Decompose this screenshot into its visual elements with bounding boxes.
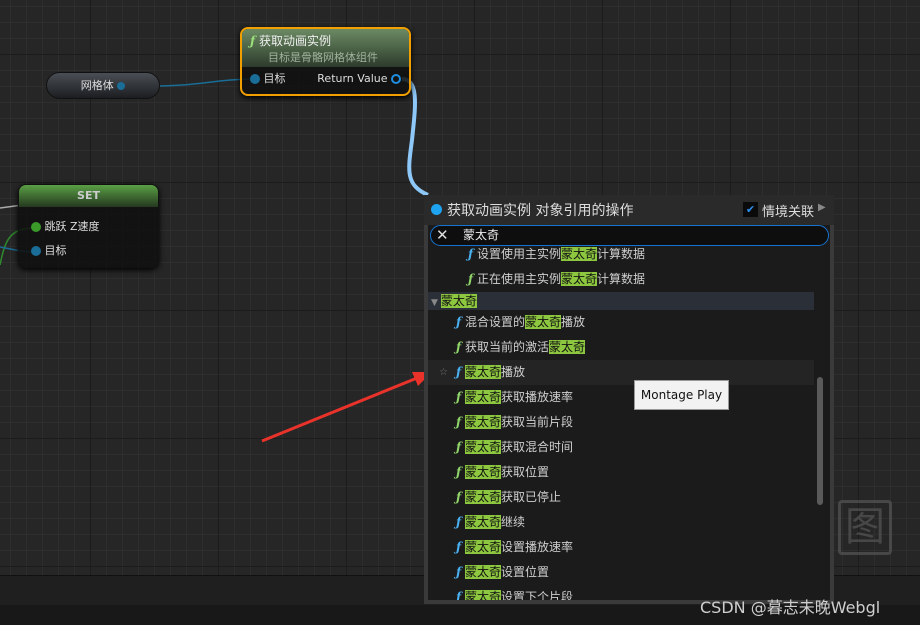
tooltip: Montage Play <box>634 380 729 410</box>
menu-item[interactable]: ƒ 蒙太奇获取已停止 <box>428 485 814 510</box>
set-node[interactable]: SET 跳跃 Z速度 目标 <box>18 184 159 268</box>
menu-item[interactable]: ƒ 蒙太奇设置位置 <box>428 560 814 585</box>
function-icon: ƒ <box>456 490 462 504</box>
target-pin[interactable] <box>31 246 41 256</box>
menu-item[interactable]: ƒ 蒙太奇获取位置 <box>428 460 814 485</box>
function-icon: ƒ <box>456 540 462 554</box>
watermark-text: CSDN @暮志未晚Webgl <box>700 598 881 617</box>
function-icon: ƒ <box>456 440 462 454</box>
mesh-component-node[interactable]: 网格体 <box>46 72 160 99</box>
function-icon: ƒ <box>456 465 462 479</box>
function-icon: ƒ <box>456 515 462 529</box>
action-menu-header: 获取动画实例 对象引用的操作 ✔ 情境关联 ▶ <box>424 195 834 225</box>
category-montage[interactable]: ▼ 蒙太奇 <box>428 292 814 310</box>
menu-item[interactable]: ƒ 蒙太奇获取混合时间 <box>428 435 814 460</box>
menu-item[interactable]: ƒ 蒙太奇获取当前片段 <box>428 410 814 435</box>
function-icon: ƒ <box>468 247 474 261</box>
menu-item[interactable]: ƒ 混合设置的蒙太奇播放 <box>428 310 814 335</box>
menu-item[interactable]: ƒ 正在使用主实例蒙太奇计算数据 <box>428 267 814 292</box>
menu-item[interactable]: ƒ 获取当前的激活蒙太奇 <box>428 335 814 360</box>
function-icon: ƒ <box>456 390 462 404</box>
jump-z-pin[interactable] <box>31 222 41 232</box>
object-dot-icon <box>431 204 442 215</box>
menu-item[interactable]: ƒ 蒙太奇继续 <box>428 510 814 535</box>
menu-item[interactable]: ƒ 设置使用主实例蒙太奇计算数据 <box>428 242 814 267</box>
scrollbar-thumb[interactable] <box>817 377 823 505</box>
function-icon: ƒ <box>456 340 462 354</box>
get-anim-instance-node[interactable]: ƒ 获取动画实例 目标是骨骼网格体组件 目标 Return Value <box>240 27 411 96</box>
menu-item[interactable]: ☆ ƒ 蒙太奇播放 <box>428 360 814 385</box>
function-icon: ƒ <box>456 565 462 579</box>
watermark-logo: 图 <box>838 500 892 555</box>
function-icon: ƒ <box>250 34 256 48</box>
function-icon: ƒ <box>456 365 462 379</box>
menu-item[interactable]: ƒ 蒙太奇获取播放速率 <box>428 385 814 410</box>
chevron-right-icon[interactable]: ▶ <box>818 202 826 213</box>
context-checkbox[interactable]: ✔ <box>743 202 758 217</box>
function-icon: ƒ <box>456 415 462 429</box>
menu-item[interactable]: ƒ 蒙太奇设置播放速率 <box>428 535 814 560</box>
target-pin[interactable] <box>250 74 260 84</box>
output-pin[interactable] <box>117 82 126 90</box>
function-icon: ƒ <box>468 272 474 286</box>
function-icon: ƒ <box>456 315 462 329</box>
function-icon: ƒ <box>456 590 462 600</box>
return-value-pin[interactable] <box>391 73 401 84</box>
red-arrow <box>261 374 423 443</box>
favorite-star-icon[interactable]: ☆ <box>439 360 448 385</box>
